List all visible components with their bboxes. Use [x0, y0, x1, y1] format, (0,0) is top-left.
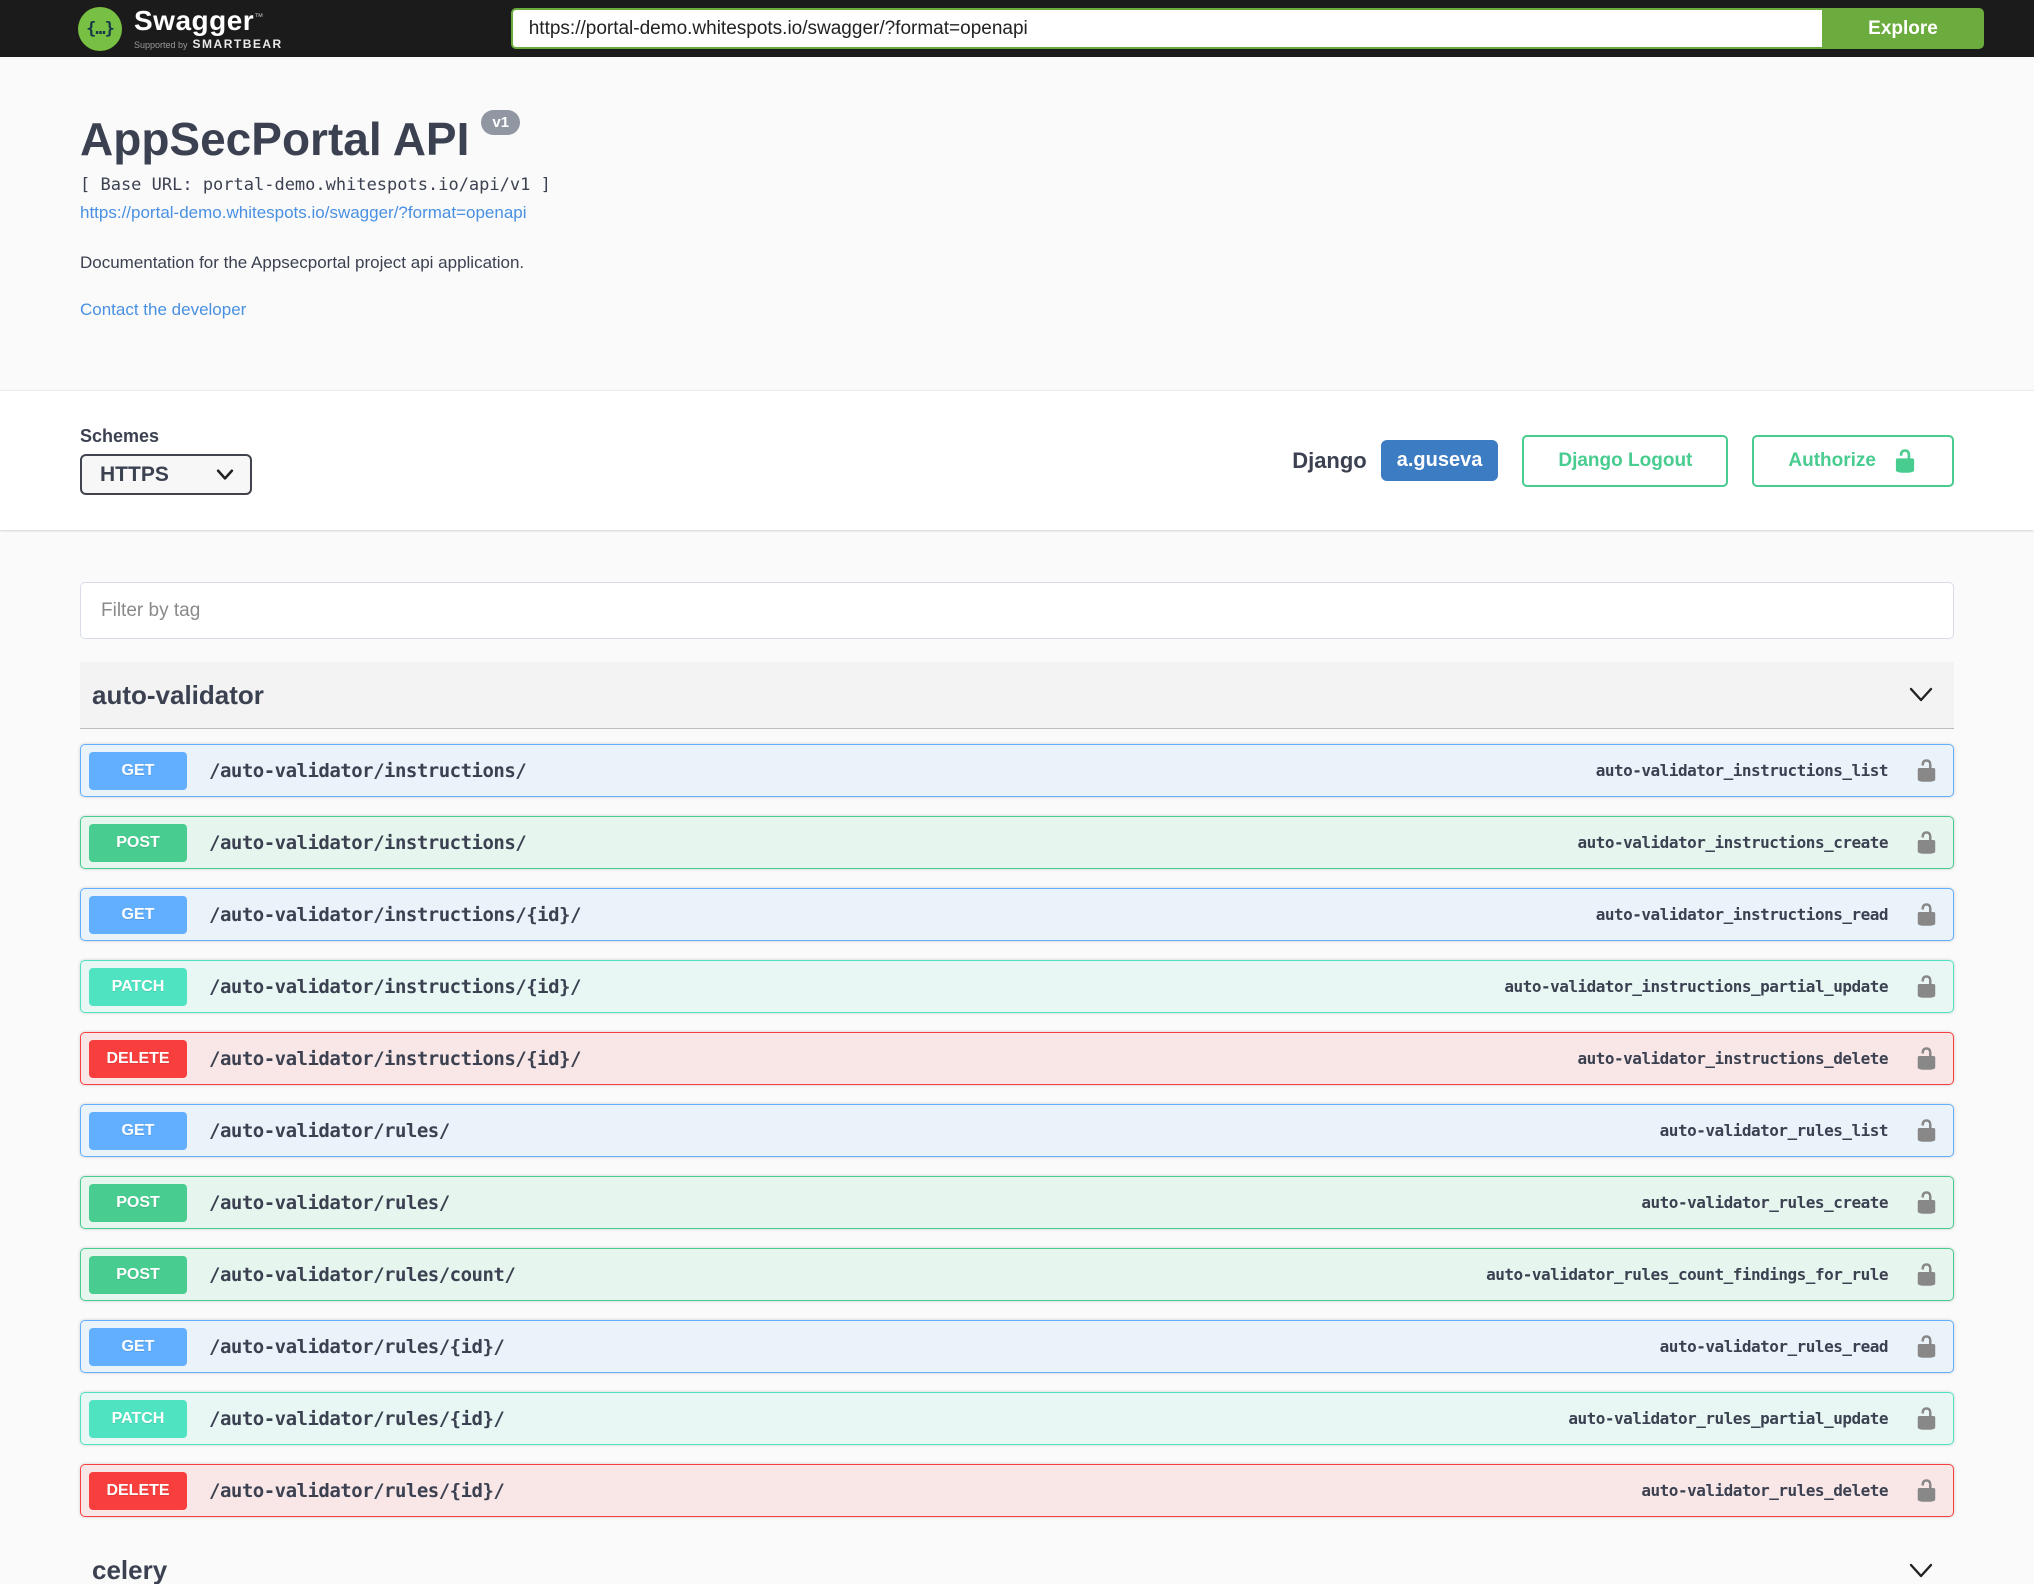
- operation-row[interactable]: GET /auto-validator/rules/ auto-validato…: [80, 1104, 1954, 1157]
- api-info-section: AppSecPortal API v1 [ Base URL: portal-d…: [0, 57, 2034, 390]
- operation-row[interactable]: PATCH /auto-validator/instructions/{id}/…: [80, 960, 1954, 1013]
- scheme-bar: Schemes HTTPS Django a.guseva Django Log…: [0, 390, 2034, 530]
- method-badge: PATCH: [89, 1399, 187, 1438]
- lock-open-icon[interactable]: [1914, 1406, 1939, 1431]
- operation-path: /auto-validator/instructions/: [209, 759, 527, 782]
- spec-url-form: Explore: [510, 8, 1984, 49]
- tag-title: auto-validator: [92, 679, 264, 710]
- operation-path: /auto-validator/instructions/{id}/: [209, 975, 581, 998]
- operation-path: /auto-validator/rules/{id}/: [209, 1407, 505, 1430]
- tag-section: celery: [80, 1537, 1954, 1584]
- operation-id: auto-validator_rules_list: [1659, 1121, 1889, 1140]
- lock-open-icon[interactable]: [1914, 974, 1939, 999]
- lock-open-icon[interactable]: [1914, 1190, 1939, 1215]
- topbar: {…} Swagger™ Supported by SMARTBEAR Expl…: [0, 0, 2034, 57]
- operation-id: auto-validator_rules_read: [1659, 1337, 1889, 1356]
- page-title: AppSecPortal API v1: [80, 110, 1954, 165]
- scheme-select[interactable]: HTTPS: [80, 454, 252, 495]
- operation-id: auto-validator_instructions_create: [1577, 833, 1888, 852]
- base-url: [ Base URL: portal-demo.whitespots.io/ap…: [80, 174, 551, 195]
- method-badge: DELETE: [89, 1039, 187, 1078]
- schemes-group: Schemes HTTPS: [80, 426, 252, 495]
- spec-link[interactable]: https://portal-demo.whitespots.io/swagge…: [80, 203, 527, 223]
- operation-id: auto-validator_instructions_read: [1595, 905, 1889, 924]
- swagger-logo: {…} Swagger™ Supported by SMARTBEAR: [78, 5, 283, 51]
- chevron-down-icon: [216, 468, 234, 480]
- filter-by-tag-input[interactable]: [80, 582, 1954, 639]
- tag-header[interactable]: auto-validator: [80, 662, 1954, 729]
- method-badge: GET: [89, 895, 187, 934]
- method-badge: POST: [89, 1255, 187, 1294]
- lock-open-icon: [1895, 448, 1915, 473]
- method-badge: GET: [89, 751, 187, 790]
- method-badge: POST: [89, 1183, 187, 1222]
- method-badge: GET: [89, 1111, 187, 1150]
- operation-path: /auto-validator/instructions/{id}/: [209, 903, 581, 926]
- authorize-button[interactable]: Authorize: [1752, 434, 1954, 487]
- auth-wrapper: Django a.guseva Django Logout Authorize: [1292, 434, 1954, 487]
- lock-open-icon[interactable]: [1914, 902, 1939, 927]
- operation-path: /auto-validator/rules/: [209, 1191, 450, 1214]
- version-badge: v1: [481, 110, 521, 135]
- smartbear-brand: SMARTBEAR: [192, 37, 283, 51]
- tag-section: auto-validator GET /auto-validator/instr…: [80, 662, 1954, 1517]
- lock-open-icon[interactable]: [1914, 830, 1939, 855]
- operation-path: /auto-validator/instructions/: [209, 831, 527, 854]
- contact-developer-link[interactable]: Contact the developer: [80, 300, 246, 320]
- operation-row[interactable]: GET /auto-validator/instructions/ auto-v…: [80, 744, 1954, 797]
- lock-open-icon[interactable]: [1914, 758, 1939, 783]
- operation-id: auto-validator_rules_count_findings_for_…: [1486, 1265, 1888, 1284]
- operation-row[interactable]: GET /auto-validator/rules/{id}/ auto-val…: [80, 1320, 1954, 1373]
- operation-path: /auto-validator/instructions/{id}/: [209, 1047, 581, 1070]
- operation-id: auto-validator_rules_create: [1641, 1193, 1888, 1212]
- method-badge: PATCH: [89, 967, 187, 1006]
- operation-row[interactable]: POST /auto-validator/instructions/ auto-…: [80, 816, 1954, 869]
- lock-open-icon[interactable]: [1914, 1118, 1939, 1143]
- spec-url-input[interactable]: [510, 8, 1822, 49]
- lock-open-icon[interactable]: [1914, 1046, 1939, 1071]
- username-badge: a.guseva: [1380, 440, 1499, 481]
- operation-row[interactable]: GET /auto-validator/instructions/{id}/ a…: [80, 888, 1954, 941]
- operation-id: auto-validator_rules_delete: [1641, 1481, 1888, 1500]
- trademark-mark: ™: [254, 11, 264, 22]
- operation-id: auto-validator_instructions_list: [1595, 761, 1889, 780]
- operations: GET /auto-validator/instructions/ auto-v…: [80, 729, 1954, 1517]
- operation-id: auto-validator_instructions_partial_upda…: [1504, 977, 1888, 996]
- operation-row[interactable]: DELETE /auto-validator/rules/{id}/ auto-…: [80, 1464, 1954, 1517]
- operation-path: /auto-validator/rules/{id}/: [209, 1335, 505, 1358]
- chevron-down-icon[interactable]: [1902, 1556, 1940, 1584]
- operation-path: /auto-validator/rules/{id}/: [209, 1479, 505, 1502]
- tag-header[interactable]: celery: [80, 1537, 1954, 1584]
- operation-row[interactable]: PATCH /auto-validator/rules/{id}/ auto-v…: [80, 1392, 1954, 1445]
- lock-open-icon[interactable]: [1914, 1478, 1939, 1503]
- swagger-braces-icon: {…}: [78, 6, 122, 51]
- lock-open-icon[interactable]: [1914, 1262, 1939, 1287]
- operation-id: auto-validator_rules_partial_update: [1568, 1409, 1888, 1428]
- operations-main: auto-validator GET /auto-validator/instr…: [0, 530, 2034, 1584]
- tag-title: celery: [92, 1555, 168, 1584]
- operation-row[interactable]: POST /auto-validator/rules/ auto-validat…: [80, 1176, 1954, 1229]
- operation-row[interactable]: DELETE /auto-validator/instructions/{id}…: [80, 1032, 1954, 1085]
- api-description: Documentation for the Appsecportal proje…: [80, 252, 525, 272]
- smartbear-tagline: Supported by SMARTBEAR: [134, 37, 283, 51]
- operation-row[interactable]: POST /auto-validator/rules/count/ auto-v…: [80, 1248, 1954, 1301]
- lock-open-icon[interactable]: [1914, 1334, 1939, 1359]
- django-logout-button[interactable]: Django Logout: [1522, 434, 1729, 487]
- scheme-selected-value: HTTPS: [100, 462, 169, 486]
- chevron-down-icon[interactable]: [1902, 680, 1940, 710]
- django-label: Django: [1292, 447, 1367, 473]
- explore-button[interactable]: Explore: [1822, 8, 1984, 49]
- operation-path: /auto-validator/rules/: [209, 1119, 450, 1142]
- tag-sections: auto-validator GET /auto-validator/instr…: [80, 662, 1954, 1584]
- swagger-logo-text: Swagger™: [134, 5, 264, 36]
- method-badge: DELETE: [89, 1471, 187, 1510]
- method-badge: POST: [89, 823, 187, 862]
- schemes-label: Schemes: [80, 426, 160, 446]
- operation-id: auto-validator_instructions_delete: [1577, 1049, 1888, 1068]
- operation-path: /auto-validator/rules/count/: [209, 1263, 516, 1286]
- method-badge: GET: [89, 1327, 187, 1366]
